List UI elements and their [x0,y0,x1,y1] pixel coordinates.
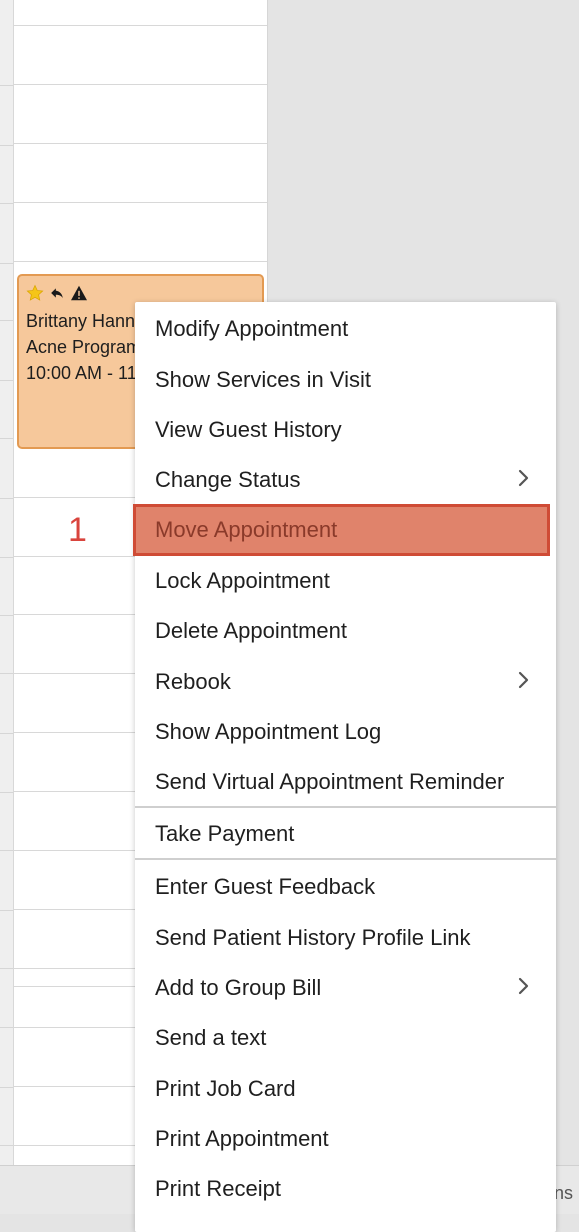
menu-item-show-services-in-visit[interactable]: Show Services in Visit [135,355,556,405]
menu-item-label: View Guest History [155,417,342,442]
menu-item-label: Add to Group Bill [155,975,322,1000]
menu-item-label: Print Job Card [155,1076,296,1101]
step-marker: 1 [68,511,87,549]
time-slot-line [14,84,267,85]
reply-arrow-icon [50,286,64,300]
chevron-right-icon [518,669,530,695]
menu-item-label: Show Appointment Log [155,719,382,744]
menu-item-rebook[interactable]: Rebook [135,657,556,707]
menu-item-delete-appointment[interactable]: Delete Appointment [135,606,556,656]
menu-item-label: Send Virtual Appointment Reminder [155,769,505,794]
menu-item-show-appointment-log[interactable]: Show Appointment Log [135,707,556,757]
chevron-right-icon [518,467,530,493]
menu-item-print-job-card[interactable]: Print Job Card [135,1064,556,1114]
menu-item-label: Modify Appointment [155,316,349,341]
menu-item-print-receipt[interactable]: Print Receipt [135,1164,556,1214]
menu-item-label: Enter Guest Feedback [155,874,376,899]
menu-item-send-patient-history-profile-link[interactable]: Send Patient History Profile Link [135,913,556,963]
menu-item-modify-appointment[interactable]: Modify Appointment [135,304,556,354]
menu-item-label: Send Patient History Profile Link [155,925,471,950]
menu-item-send-a-text[interactable]: Send a text [135,1013,556,1063]
menu-divider [135,806,556,808]
menu-item-label: Send a text [155,1025,267,1050]
menu-item-move-appointment[interactable]: Move Appointment [133,504,550,556]
menu-item-enter-guest-feedback[interactable]: Enter Guest Feedback [135,862,556,912]
menu-item-lock-appointment[interactable]: Lock Appointment [135,556,556,606]
star-icon [26,284,44,302]
menu-item-label: Change Status [155,467,301,492]
menu-item-add-to-group-bill[interactable]: Add to Group Bill [135,963,556,1013]
menu-item-label: Take Payment [155,821,295,846]
time-gutter [0,0,14,1165]
time-slot-line [14,261,267,262]
menu-item-label: Lock Appointment [155,568,330,593]
menu-item-label: Print Appointment [155,1126,329,1151]
chevron-right-icon [518,975,530,1001]
time-slot-line [14,25,267,26]
menu-divider [135,858,556,860]
menu-item-take-payment[interactable]: Take Payment [135,809,556,859]
menu-item-view-guest-history[interactable]: View Guest History [135,405,556,455]
time-slot-line [14,143,267,144]
appointment-status-icons [26,284,262,302]
menu-item-change-status[interactable]: Change Status [135,455,556,505]
menu-item-label: Rebook [155,669,231,694]
menu-item-print-appointment[interactable]: Print Appointment [135,1114,556,1164]
warning-icon [70,285,88,301]
time-slot-line [14,202,267,203]
menu-item-send-virtual-appointment-reminder[interactable]: Send Virtual Appointment Reminder [135,757,556,807]
menu-item-label: Delete Appointment [155,618,348,643]
footer-text: ns [553,1183,573,1203]
appointment-context-menu: Modify Appointment Show Services in Visi… [133,302,556,1232]
menu-item-label: Print Receipt [155,1176,281,1201]
menu-item-label: Move Appointment [155,517,338,542]
menu-item-label: Show Services in Visit [155,367,372,392]
